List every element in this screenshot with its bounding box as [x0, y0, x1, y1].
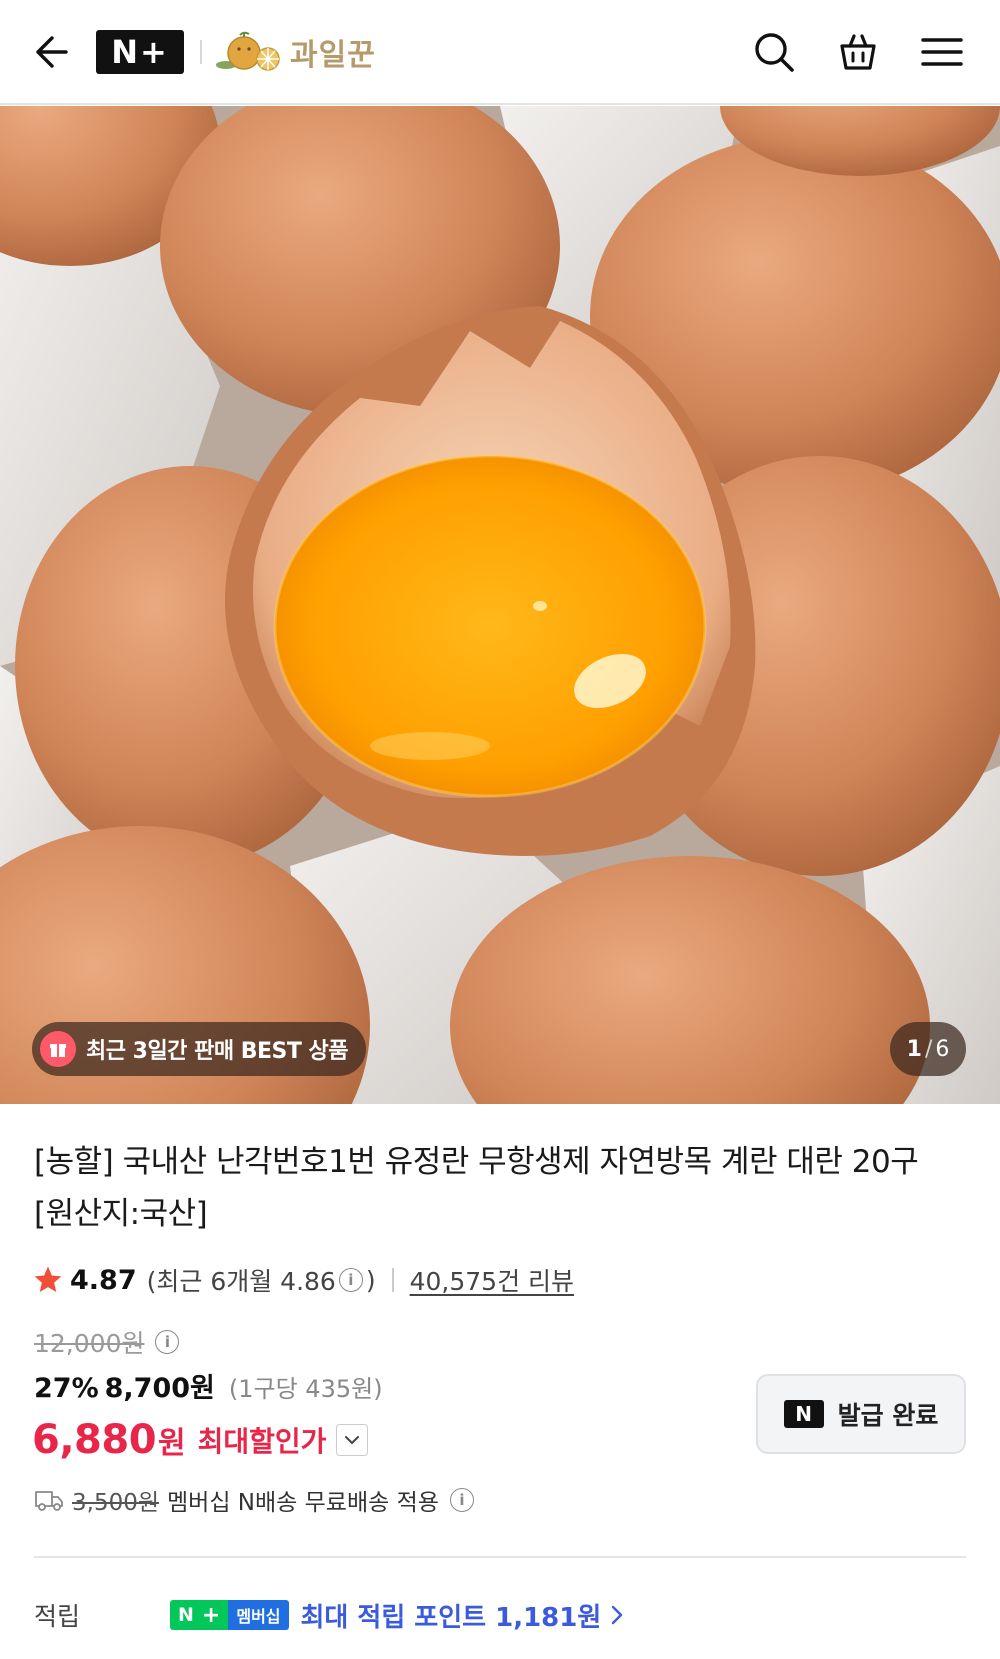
max-discount-dropdown[interactable] [336, 1424, 369, 1456]
shipping-text: 멤버십 N배송 무료배송 적용 [167, 1490, 439, 1516]
max-discount-price: 6,880 [32, 1417, 157, 1463]
delivery-truck-icon [35, 1491, 63, 1511]
points-row: 적립 N + 멤버십 최대 적립 포인트 1,181원 [34, 1592, 625, 1638]
egg-product-image [0, 106, 1000, 1104]
section-divider [34, 1556, 966, 1558]
best-badge-text: 최근 3일간 판매 BEST 상품 [86, 1039, 349, 1064]
price-info-icon[interactable]: i [155, 1330, 180, 1354]
gift-icon [40, 1031, 76, 1067]
recent-rating-close: ) [365, 1265, 376, 1295]
max-points-text: 최대 적립 포인트 1,181원 [300, 1602, 602, 1633]
membership-plus: + [201, 1600, 229, 1630]
max-discount-won: 원 [158, 1426, 186, 1461]
arrow-left-icon [36, 36, 68, 68]
hamburger-menu-icon [921, 38, 963, 66]
original-price-row: 12,000원 i [34, 1324, 182, 1360]
sale-price-row: 27% 8,700원 (1구당 435원) [34, 1366, 383, 1410]
menu-button[interactable] [912, 24, 972, 80]
rating-separator [391, 1268, 394, 1292]
coupon-issued-button[interactable]: N 발급 완료 [756, 1374, 966, 1454]
chevron-down-icon [345, 1436, 360, 1444]
membership-badge: N + 멤버십 [170, 1600, 289, 1630]
membership-label: 멤버십 [228, 1600, 289, 1630]
unit-price: (1구당 435원) [228, 1375, 383, 1403]
pager-separator: / [924, 1036, 933, 1062]
store-logo[interactable]: 과일꾼 [216, 26, 376, 78]
membership-n: N [170, 1600, 202, 1630]
review-count-link[interactable]: 40,575건 리뷰 [410, 1262, 574, 1298]
rating-row: 4.87 (최근 6개월 4.86 i ) 40,575건 리뷰 [32, 1258, 574, 1302]
header-divider [200, 40, 202, 64]
chevron-right-icon [612, 1605, 623, 1625]
top-app-bar: N+ 과일꾼 [0, 0, 1000, 105]
product-title: [농할] 국내산 난각번호1번 유정란 무항생제 자연방목 계란 대란 20구 … [34, 1144, 919, 1232]
max-discount-row: 6,880 원 최대할인가 [32, 1412, 369, 1468]
rating-value: 4.87 [70, 1264, 137, 1296]
search-icon [755, 33, 794, 72]
max-discount-label: 최대할인가 [197, 1425, 327, 1458]
store-name: 과일꾼 [290, 38, 376, 73]
product-image-carousel[interactable]: 최근 3일간 판매 BEST 상품 1/6 [0, 106, 1000, 1104]
original-price: 12,000원 [34, 1329, 145, 1358]
points-label: 적립 [34, 1602, 81, 1631]
best-seller-badge: 최근 3일간 판매 BEST 상품 [32, 1022, 367, 1076]
pager-total: 6 [935, 1036, 950, 1062]
star-icon [34, 1266, 62, 1292]
shipping-original-fee: 3,500원 [72, 1490, 160, 1516]
orange-fruit-icon [216, 31, 280, 71]
sale-price: 8,700원 [104, 1373, 215, 1404]
recent-rating: (최근 6개월 4.86 [146, 1267, 336, 1296]
max-points-link[interactable]: 최대 적립 포인트 1,181원 [301, 1597, 626, 1634]
coupon-button-label: 발급 완료 [837, 1401, 939, 1430]
naver-plus-logo[interactable]: N+ [96, 30, 184, 74]
info-icon[interactable]: i [338, 1268, 363, 1292]
shipping-info-icon[interactable]: i [449, 1488, 474, 1512]
shopping-bag-icon [840, 34, 876, 70]
pager-current: 1 [906, 1036, 922, 1062]
back-button[interactable] [22, 24, 78, 80]
shipping-row: 3,500원 멤버십 N배송 무료배송 적용 i [34, 1480, 477, 1520]
discount-percent: 27% [34, 1373, 99, 1404]
search-button[interactable] [746, 24, 802, 80]
image-pager: 1/6 [890, 1022, 966, 1076]
naver-n-icon: N [783, 1400, 824, 1428]
cart-button[interactable] [830, 24, 886, 80]
